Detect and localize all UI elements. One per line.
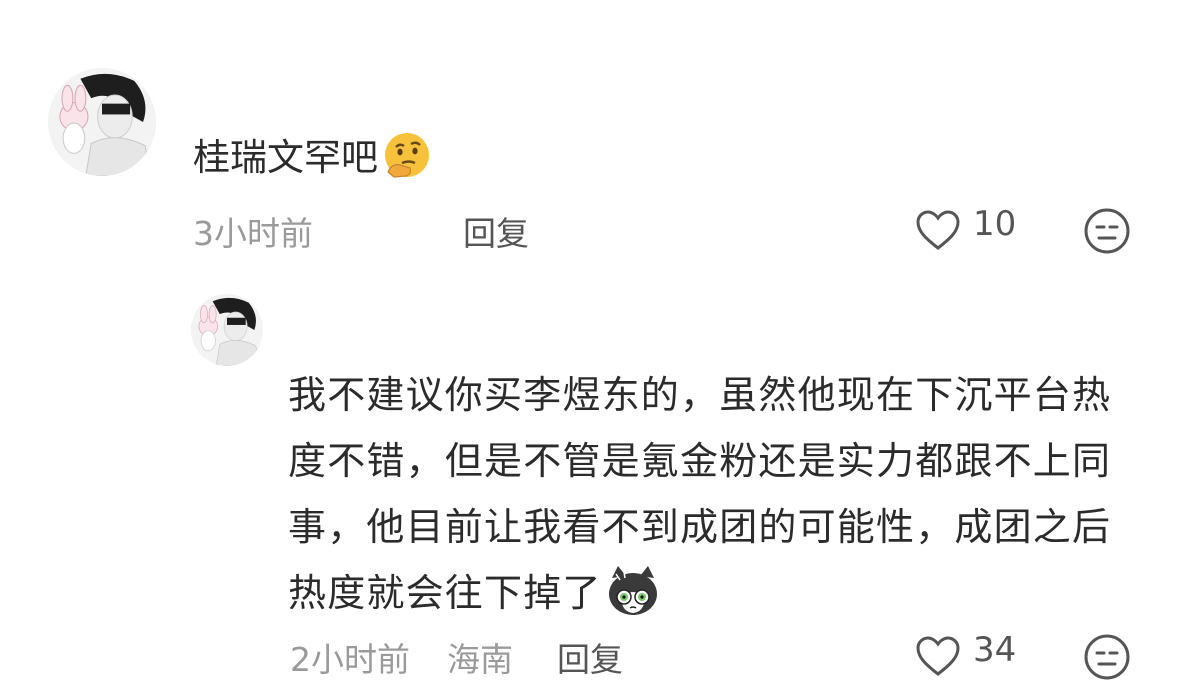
reply-button[interactable]: 回复 <box>463 207 529 255</box>
dislike-face-icon[interactable] <box>1083 207 1131 255</box>
shocked-cat-sticker-icon <box>606 564 660 636</box>
avatar-image <box>191 294 263 366</box>
thinking-face-icon <box>382 130 432 196</box>
comment-text: 桂瑞文罕吧 <box>193 130 432 196</box>
comment-text-content: 桂瑞文罕吧 <box>193 136 378 179</box>
avatar[interactable] <box>48 68 156 176</box>
heart-icon[interactable] <box>915 635 961 677</box>
dislike-face-icon[interactable] <box>1083 633 1131 681</box>
avatar[interactable] <box>191 294 263 366</box>
comment-location: 海南 <box>447 640 513 679</box>
like-count: 10 <box>973 204 1017 244</box>
avatar-image <box>48 68 156 176</box>
heart-icon[interactable] <box>915 209 961 251</box>
reply-button[interactable]: 回复 <box>557 633 623 681</box>
comment-text: 我不建议你买李煜东的，虽然他现在下沉平台热度不错，但是不管是氪金粉还是实力都跟不… <box>288 362 1118 636</box>
comment-time: 2小时前 <box>290 640 410 679</box>
comment-time: 3小时前 <box>193 214 313 253</box>
like-count: 34 <box>973 630 1017 670</box>
comment-text-content: 我不建议你买李煜东的，虽然他现在下沉平台热度不错，但是不管是氪金粉还是实力都跟不… <box>288 373 1112 615</box>
